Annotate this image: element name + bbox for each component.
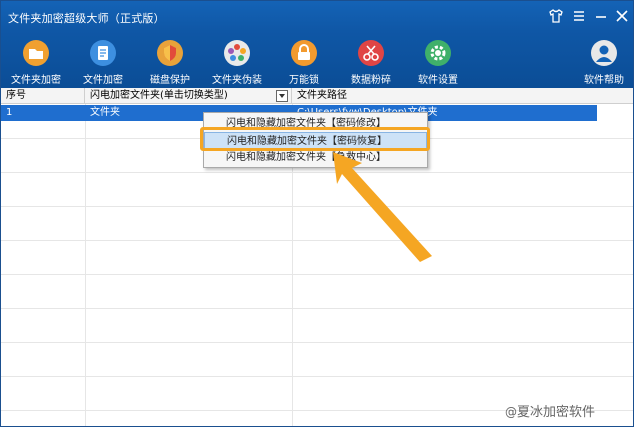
toolbar-label: 万能锁 xyxy=(289,75,319,86)
toolbar-folder-encrypt-button[interactable]: 文件夹加密 xyxy=(6,40,66,86)
watermark: @夏冰加密软件 xyxy=(505,401,595,420)
toolbar-help-button[interactable]: 软件帮助 xyxy=(574,40,633,86)
toolbar-label: 软件帮助 xyxy=(584,75,624,86)
menu-item-emergency-center[interactable]: 闪电和隐藏加密文件夹【急救中心】 xyxy=(204,149,427,166)
grid-divider xyxy=(85,104,86,426)
scissors-icon xyxy=(358,40,384,66)
close-icon[interactable] xyxy=(613,7,631,25)
column-path[interactable]: 文件夹路径 xyxy=(292,88,633,104)
toolbar-label: 文件夹伪装 xyxy=(212,75,262,86)
app-window: 文件夹加密超级大师（正式版） 文件夹加密 文件加密 磁盘保护 文件夹伪装 万能锁… xyxy=(0,0,634,427)
grid-divider xyxy=(1,308,633,309)
window-title: 文件夹加密超级大师（正式版） xyxy=(8,12,165,25)
grid-divider xyxy=(1,376,633,377)
pinwheel-icon xyxy=(224,40,250,66)
padlock-icon xyxy=(291,40,317,66)
shield-icon xyxy=(157,40,183,66)
menu-icon[interactable] xyxy=(570,7,588,25)
folder-lock-icon xyxy=(23,40,49,66)
minimize-icon[interactable] xyxy=(592,7,610,25)
column-type[interactable]: 闪电加密文件夹(单击切换类型) xyxy=(85,88,292,104)
title-bar: 文件夹加密超级大师（正式版） xyxy=(1,1,633,31)
toolbar-data-shred-button[interactable]: 数据粉碎 xyxy=(341,40,401,86)
grid-divider xyxy=(1,274,633,275)
row-index: 1 xyxy=(6,107,13,118)
toolbar-file-encrypt-button[interactable]: 文件加密 xyxy=(73,40,133,86)
toolbar-folder-disguise-button[interactable]: 文件夹伪装 xyxy=(207,40,267,86)
highlight-box xyxy=(200,127,430,151)
toolbar-universal-lock-button[interactable]: 万能锁 xyxy=(274,40,334,86)
column-index[interactable]: 序号 xyxy=(1,88,85,104)
toolbar: 文件夹加密 文件加密 磁盘保护 文件夹伪装 万能锁 数据粉碎 软件设置 软件帮助 xyxy=(1,31,633,88)
user-icon xyxy=(591,40,617,66)
grid-divider xyxy=(1,172,633,173)
toolbar-label: 数据粉碎 xyxy=(351,75,391,86)
toolbar-label: 文件加密 xyxy=(83,75,123,86)
file-lock-icon xyxy=(90,40,116,66)
toolbar-disk-protect-button[interactable]: 磁盘保护 xyxy=(140,40,200,86)
grid-divider xyxy=(1,240,633,241)
toolbar-label: 文件夹加密 xyxy=(11,75,61,86)
watermark-text: 夏冰加密软件 xyxy=(517,405,596,420)
toolbar-label: 软件设置 xyxy=(418,75,458,86)
grid-divider xyxy=(1,342,633,343)
gear-icon xyxy=(425,40,451,66)
toolbar-label: 磁盘保护 xyxy=(150,75,190,86)
toolbar-settings-button[interactable]: 软件设置 xyxy=(408,40,468,86)
table-header: 序号 闪电加密文件夹(单击切换类型) 文件夹路径 xyxy=(1,88,633,104)
grid-divider xyxy=(1,206,633,207)
watermark-at: @ xyxy=(505,405,517,419)
type-dropdown-icon[interactable] xyxy=(276,90,288,102)
shirt-icon[interactable] xyxy=(547,7,565,25)
